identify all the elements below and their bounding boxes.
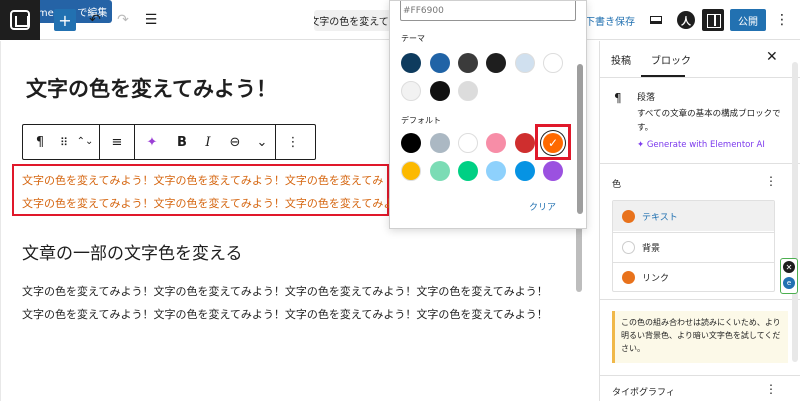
settings-sidebar-toggle-icon[interactable] [702, 9, 724, 31]
text-color-row[interactable]: テキスト [613, 201, 774, 231]
color-picker-popover: #FF6900 テーマ デフォルト クリア [389, 0, 587, 229]
color-settings-panel: テキスト 背景 リンク [612, 200, 775, 292]
default-color-swatch[interactable] [543, 161, 563, 181]
add-block-button[interactable]: + [54, 9, 76, 31]
default-color-swatch[interactable] [458, 133, 478, 153]
default-colors-label: デフォルト [401, 116, 441, 125]
redo-icon[interactable]: ↷ [114, 9, 132, 31]
settings-sidebar: 投稿 ブロック ✕ ¶ 段落 すべての文章の基本の構成ブロックです。 ✦ Gen… [599, 41, 800, 401]
theme-color-swatch[interactable] [458, 81, 478, 101]
theme-colors-label: テーマ [401, 34, 425, 43]
contrast-warning-notice: この色の組み合わせは読みにくいため、より明るい背景色、より暗い文字色を試してくだ… [612, 311, 788, 363]
ai-sparkle-icon[interactable]: ✦ [135, 125, 169, 159]
clear-color-button[interactable]: クリア [529, 200, 556, 213]
divider [600, 299, 800, 300]
theme-color-swatch[interactable] [515, 53, 535, 73]
default-color-swatch[interactable] [515, 161, 535, 181]
background-color-label: 背景 [642, 244, 661, 254]
tab-block[interactable]: ブロック [651, 52, 691, 67]
color-options-icon[interactable]: ⋮ [765, 174, 777, 188]
italic-button[interactable]: I [195, 125, 221, 159]
block-description: すべての文章の基本の構成ブロックです。 [637, 109, 781, 133]
default-color-swatch[interactable] [458, 161, 478, 181]
typography-options-icon[interactable]: ⋮ [765, 382, 777, 396]
align-icon[interactable]: ≡ [100, 125, 134, 159]
typography-section-title[interactable]: タイポグラフィ [612, 385, 675, 398]
move-up-down-icon[interactable]: ⌃⌄ [71, 125, 99, 159]
theme-color-swatch[interactable] [401, 53, 421, 73]
drag-handle-icon[interactable]: ⠿ [57, 125, 71, 159]
tab-post[interactable]: 投稿 [611, 52, 631, 67]
divider [600, 375, 800, 376]
sidebar-scrollbar[interactable] [792, 62, 798, 362]
body-paragraph-line[interactable]: 文字の色を変えてみよう！文字の色を変えてみよう！文字の色を変えてみよう！文字の色… [22, 306, 548, 322]
theme-color-swatch[interactable] [543, 53, 563, 73]
options-more-icon[interactable]: ⋮ [774, 9, 790, 31]
default-color-swatch[interactable] [430, 161, 450, 181]
default-color-swatch[interactable] [486, 161, 506, 181]
color-section-title: 色 [612, 180, 622, 190]
text-color-label: テキスト [642, 212, 678, 223]
subheading[interactable]: 文章の一部の文字色を変える [22, 239, 243, 264]
publish-button[interactable]: 公開 [730, 9, 766, 31]
default-color-swatch[interactable] [401, 161, 421, 181]
block-name: 段落 [637, 93, 656, 103]
floating-widget: ✕ e [780, 258, 798, 294]
theme-color-swatch[interactable] [430, 53, 450, 73]
text-color-indicator [622, 209, 635, 223]
link-color-indicator [622, 271, 635, 284]
popover-scrollbar[interactable] [577, 64, 583, 214]
body-paragraph-line[interactable]: 文字の色を変えてみよう！文字の色を変えてみよう！文字の色を変えてみよう！文字の色… [22, 283, 548, 299]
close-sidebar-icon[interactable]: ✕ [766, 49, 778, 65]
theme-color-swatch[interactable] [430, 81, 450, 101]
post-heading[interactable]: 文字の色を変えてみよう！ [26, 73, 277, 103]
divider [600, 163, 800, 164]
theme-color-swatch[interactable] [486, 53, 506, 73]
default-color-swatch[interactable] [486, 133, 506, 153]
theme-color-swatch[interactable] [401, 81, 421, 101]
default-color-swatch[interactable] [515, 133, 535, 153]
bold-button[interactable]: B [169, 125, 195, 159]
selected-swatch-highlight [535, 124, 571, 160]
more-formats-chevron-icon[interactable]: ⌄ [249, 125, 275, 159]
orange-paragraph-line[interactable]: 文字の色を変えてみよう！文字の色を変えてみよう！文字の色を変えてみ [22, 172, 383, 188]
undo-icon[interactable]: ↶ [86, 9, 104, 31]
default-color-swatch[interactable] [430, 133, 450, 153]
generate-with-elementor-ai-link[interactable]: ✦ Generate with Elementor AI [637, 140, 765, 150]
site-logo-icon[interactable] [0, 0, 40, 40]
preview-device-icon[interactable] [648, 9, 664, 31]
close-widget-icon[interactable]: ✕ [783, 261, 795, 273]
elementor-widget-icon[interactable]: e [783, 277, 795, 289]
block-options-icon[interactable]: ⋮ [276, 125, 310, 159]
theme-color-swatch[interactable] [458, 53, 478, 73]
list-view-icon[interactable]: ☰ [142, 9, 160, 31]
link-color-row[interactable]: リンク [613, 262, 774, 292]
link-icon[interactable]: ⊖ [221, 125, 249, 159]
plugin-avatar-icon[interactable]: 人 [677, 11, 695, 29]
default-color-swatch[interactable] [401, 133, 421, 153]
paragraph-icon[interactable]: ¶ [23, 125, 57, 159]
background-color-indicator [622, 241, 635, 254]
save-draft-button[interactable]: 下書き保存 [585, 13, 635, 28]
block-toolbar: ¶ ⠿ ⌃⌄ ≡ ✦ B I ⊖ ⌄ ⋮ [22, 124, 316, 160]
hex-color-input[interactable]: #FF6900 [400, 1, 576, 21]
background-color-row[interactable]: 背景 [613, 232, 774, 262]
link-color-label: リンク [642, 274, 670, 284]
paragraph-block-icon: ¶ [614, 91, 622, 105]
divider [600, 77, 800, 78]
